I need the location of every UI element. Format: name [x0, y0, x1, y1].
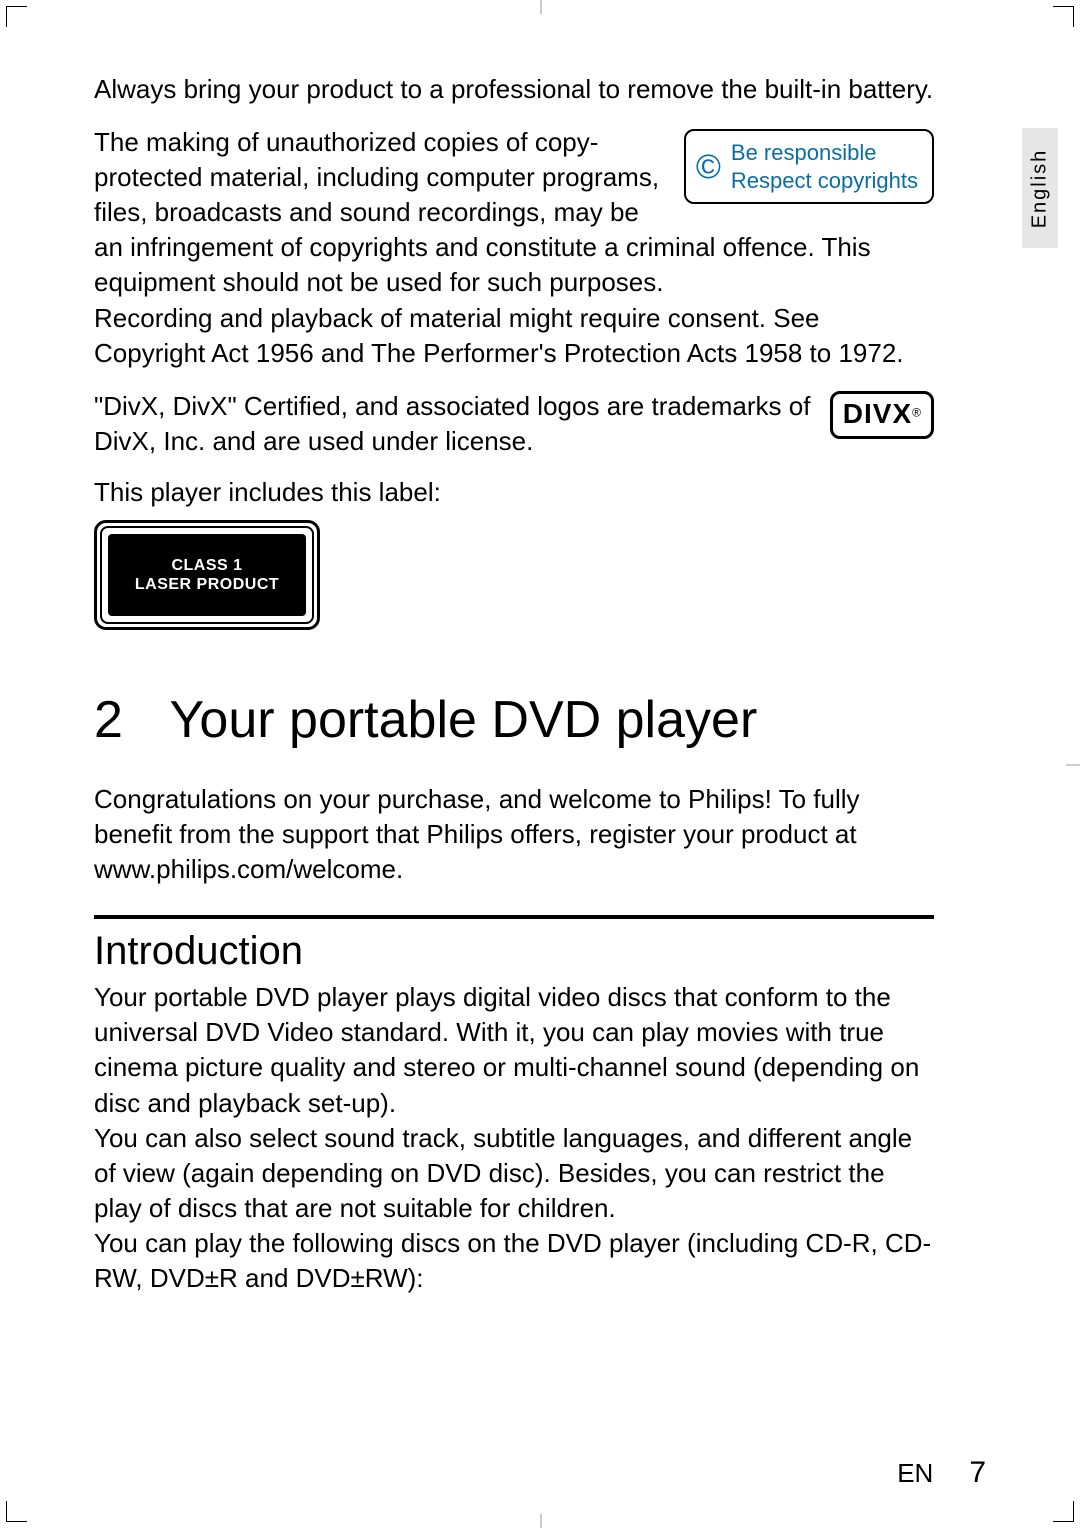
copyright-badge: © Be responsible Respect copyrights — [684, 129, 934, 204]
copyright-badge-line1: Be responsible — [731, 139, 918, 167]
chapter-heading: 2 Your portable DVD player — [94, 690, 934, 750]
label-heading: This player includes this label: — [94, 477, 934, 508]
crop-mark — [1053, 6, 1074, 27]
intro-paragraph-3: You can play the following discs on the … — [94, 1226, 934, 1296]
intro-paragraph-2: You can also select sound track, subtitl… — [94, 1121, 934, 1226]
divx-logo: DIVX® — [830, 391, 934, 439]
section-heading: Introduction — [94, 929, 934, 974]
page-content: Always bring your product to a professio… — [94, 72, 934, 1314]
laser-product-label: CLASS 1 LASER PRODUCT — [94, 520, 320, 630]
page-footer: EN 7 — [897, 1456, 986, 1490]
battery-note: Always bring your product to a professio… — [94, 72, 934, 107]
divx-paragraph: "DivX, DivX" Certified, and associated l… — [94, 389, 934, 459]
copyright-icon: © — [696, 150, 721, 184]
trim-tick — [1066, 764, 1080, 766]
footer-page-number: 7 — [969, 1456, 986, 1490]
footer-language: EN — [897, 1458, 933, 1489]
copyright-badge-line2: Respect copyrights — [731, 167, 918, 195]
congratulations-paragraph: Congratulations on your purchase, and we… — [94, 782, 934, 887]
divx-logo-text: DIVX — [843, 398, 912, 430]
recording-paragraph: Recording and playback of material might… — [94, 301, 934, 371]
laser-label-line2: LASER PRODUCT — [135, 575, 279, 594]
trim-tick — [540, 0, 542, 14]
crop-mark — [6, 1501, 27, 1522]
crop-mark — [6, 6, 27, 27]
copyright-badge-text: Be responsible Respect copyrights — [731, 139, 918, 194]
section-rule — [94, 915, 934, 919]
registered-icon: ® — [912, 405, 921, 419]
chapter-title: Your portable DVD player — [170, 691, 758, 749]
language-tab-label: English — [1029, 148, 1052, 228]
intro-paragraph-1: Your portable DVD player plays digital v… — [94, 980, 934, 1120]
language-tab: English — [1022, 128, 1058, 248]
crop-mark — [1053, 1501, 1074, 1522]
laser-label-line1: CLASS 1 — [171, 556, 242, 575]
trim-tick — [540, 1514, 542, 1528]
chapter-number: 2 — [94, 690, 156, 750]
